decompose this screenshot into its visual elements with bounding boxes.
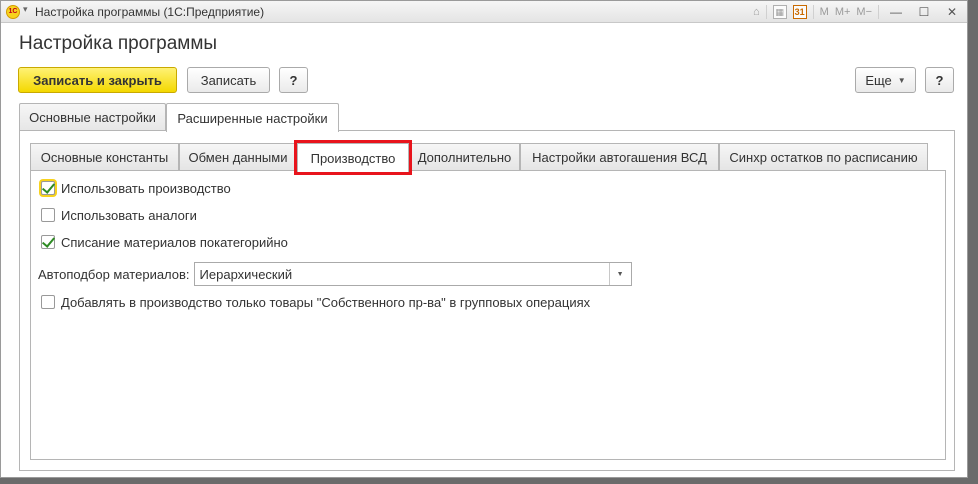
window-menu-icon[interactable]: ▾ <box>23 4 28 15</box>
autoselect-materials-select[interactable]: Иерархический ▼ <box>193 262 632 286</box>
tab-advanced-settings[interactable]: Расширенные настройки <box>166 103 339 132</box>
use-production-checkbox[interactable] <box>41 181 55 195</box>
save-and-close-button[interactable]: Записать и закрыть <box>18 67 177 93</box>
use-analogs-row: Использовать аналоги <box>41 206 197 224</box>
calendar-icon[interactable]: 31 <box>792 5 807 19</box>
toolbar-separator <box>812 5 814 19</box>
home-icon[interactable]: ⌂ <box>753 4 760 20</box>
tab-additional[interactable]: Дополнительно <box>409 143 520 171</box>
use-analogs-label[interactable]: Использовать аналоги <box>61 208 197 223</box>
calculator-icon[interactable]: ▦ <box>772 5 787 19</box>
close-icon[interactable]: ✕ <box>941 4 963 20</box>
tab-data-exchange[interactable]: Обмен данными <box>179 143 297 171</box>
help-button-secondary[interactable]: ? <box>925 67 954 93</box>
autoselect-materials-row: Автоподбор материалов: Иерархический ▼ <box>38 262 632 286</box>
tab-basic-settings[interactable]: Основные настройки <box>19 103 166 131</box>
advanced-settings-panel: Основные константы Обмен данными Произво… <box>19 130 955 471</box>
use-production-row: Использовать производство <box>41 179 231 197</box>
add-own-goods-only-row: Добавлять в производство только товары "… <box>41 293 590 311</box>
app-logo-icon[interactable]: 1С <box>6 5 20 19</box>
autoselect-materials-label: Автоподбор материалов: <box>38 266 190 282</box>
title-bar-icons: ⌂ ▦ 31 M M+ M− — ☐ ✕ <box>753 3 963 21</box>
production-panel: Использовать производство Использовать а… <box>30 170 946 460</box>
app-window: 1С ▾ Настройка программы (1С:Предприятие… <box>0 0 968 478</box>
write-off-by-category-checkbox[interactable] <box>41 235 55 249</box>
save-button[interactable]: Записать <box>187 67 270 93</box>
memory-m-icon[interactable]: M <box>820 4 829 20</box>
title-bar: 1С ▾ Настройка программы (1С:Предприятие… <box>1 1 967 23</box>
write-off-by-category-row: Списание материалов покатегорийно <box>41 233 288 251</box>
memory-mminus-icon[interactable]: M− <box>856 4 872 20</box>
write-off-by-category-label[interactable]: Списание материалов покатегорийно <box>61 235 288 250</box>
help-button[interactable]: ? <box>279 67 308 93</box>
toolbar-separator <box>765 5 767 19</box>
tab-basic-constants[interactable]: Основные константы <box>30 143 179 171</box>
tab-production[interactable]: Производство <box>294 140 412 175</box>
chevron-down-icon: ▼ <box>897 75 906 85</box>
use-analogs-checkbox[interactable] <box>41 208 55 222</box>
dropdown-arrow-icon[interactable]: ▼ <box>608 263 631 285</box>
autoselect-materials-value: Иерархический <box>199 266 293 282</box>
use-production-label[interactable]: Использовать производство <box>61 181 231 196</box>
add-own-goods-only-checkbox[interactable] <box>41 295 55 309</box>
maximize-icon[interactable]: ☐ <box>913 4 935 20</box>
memory-mplus-icon[interactable]: M+ <box>835 4 851 20</box>
tab-stock-sync-schedule[interactable]: Синхр остатков по расписанию <box>719 143 928 171</box>
more-menu-button[interactable]: Еще ▼ <box>855 67 916 93</box>
minimize-icon[interactable]: — <box>885 4 907 20</box>
tab-vsd-autoclose-settings[interactable]: Настройки автогашения ВСД <box>520 143 719 171</box>
add-own-goods-only-label[interactable]: Добавлять в производство только товары "… <box>61 295 590 310</box>
toolbar-separator <box>878 5 879 19</box>
window-title: Настройка программы (1С:Предприятие) <box>35 5 265 19</box>
form-title: Настройка программы <box>19 33 218 54</box>
more-menu-label: Еще <box>865 72 892 88</box>
